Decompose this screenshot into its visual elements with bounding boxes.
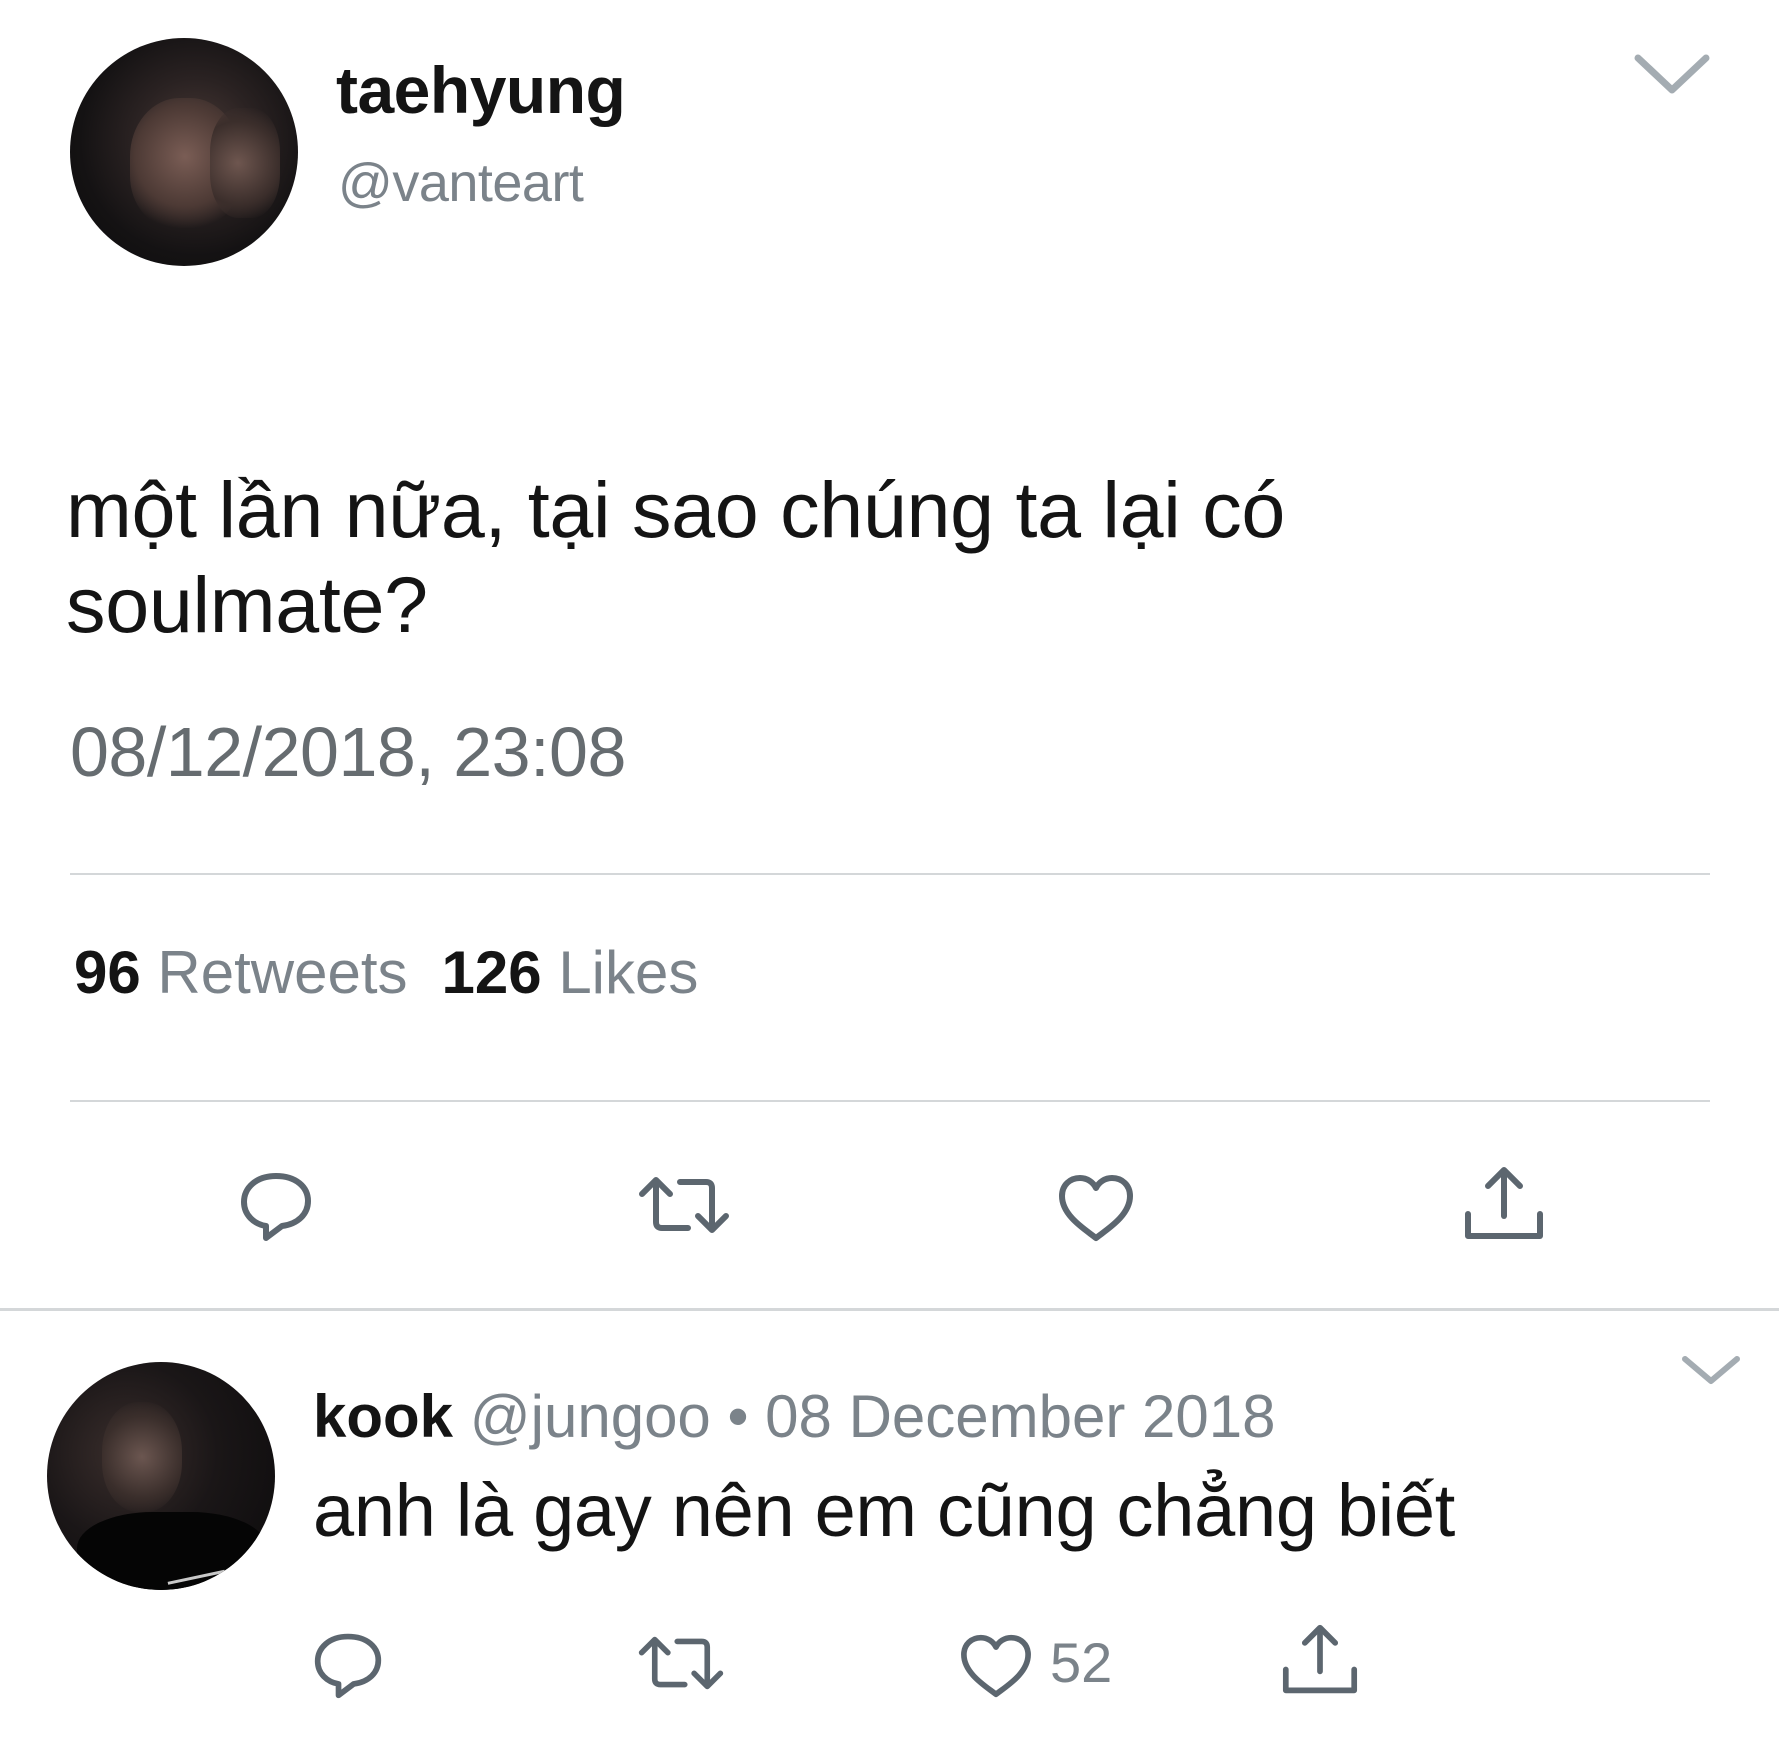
retweet-stat[interactable]: 96 Retweets <box>74 939 408 1006</box>
retweet-icon[interactable] <box>636 1632 726 1694</box>
reply-handle[interactable]: @jungoo <box>470 1383 711 1450</box>
separator-dot: • <box>727 1383 749 1450</box>
retweet-icon[interactable] <box>636 1172 732 1238</box>
reply-text: anh là gay nên em cũng chẳng biết <box>313 1469 1456 1552</box>
chevron-down-icon[interactable] <box>1680 1352 1742 1388</box>
like-icon[interactable] <box>1056 1172 1136 1244</box>
reply-icon[interactable] <box>238 1170 314 1242</box>
chevron-down-icon[interactable] <box>1632 50 1712 100</box>
likes-label: Likes <box>558 939 699 1006</box>
retweets-label: Retweets <box>157 939 408 1006</box>
reply-header: kook @jungoo • 08 December 2018 <box>313 1382 1276 1451</box>
author-handle[interactable]: @vanteart <box>338 152 584 214</box>
share-icon[interactable] <box>1462 1164 1546 1244</box>
tweet-screenshot: taehyung @vanteart một lần nữa, tại sao … <box>0 0 1779 1759</box>
tweet-text: một lần nữa, tại sao chúng ta lại có sou… <box>66 465 1286 649</box>
divider <box>70 873 1710 875</box>
reply-like-count: 52 <box>1050 1631 1113 1694</box>
reply-display-name[interactable]: kook <box>313 1383 453 1450</box>
reply-icon[interactable] <box>312 1630 384 1700</box>
section-divider <box>0 1308 1779 1311</box>
author-display-name[interactable]: taehyung <box>336 52 626 128</box>
tweet-stats: 96 Retweets 126 Likes <box>74 938 698 1007</box>
likes-stat[interactable]: 126 Likes <box>442 939 699 1006</box>
share-icon[interactable] <box>1280 1622 1360 1698</box>
retweets-count: 96 <box>74 939 141 1006</box>
divider <box>70 1100 1710 1102</box>
like-icon[interactable] <box>958 1632 1034 1700</box>
likes-count: 126 <box>441 939 542 1006</box>
reply-date[interactable]: 08 December 2018 <box>765 1383 1275 1450</box>
tweet-timestamp[interactable]: 08/12/2018, 23:08 <box>70 712 626 792</box>
avatar[interactable] <box>70 38 298 266</box>
reply-avatar[interactable] <box>47 1362 275 1590</box>
